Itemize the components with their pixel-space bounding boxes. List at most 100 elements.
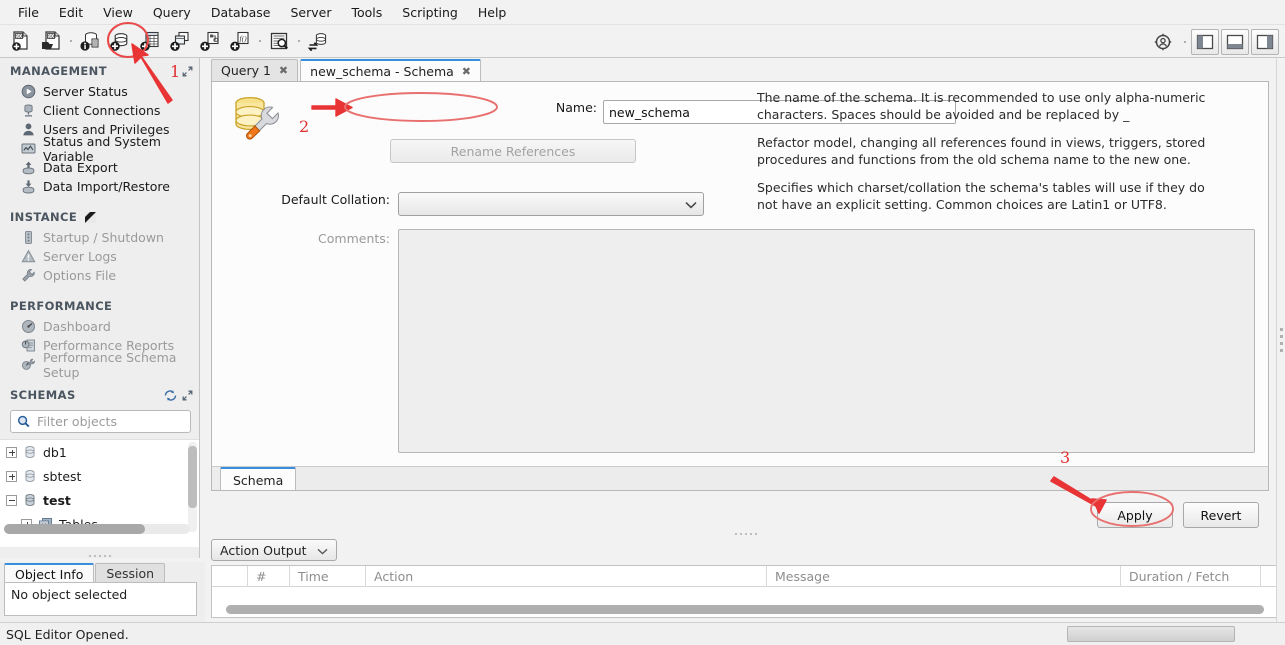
- startup-shutdown-icon: [20, 230, 36, 246]
- rename-references-button[interactable]: Rename References: [390, 139, 636, 163]
- toolbar-separator: [66, 27, 75, 55]
- expander-icon[interactable]: [6, 446, 17, 458]
- scope-icon[interactable]: [1148, 28, 1178, 56]
- menu-bar: File Edit View Query Database Server Too…: [0, 0, 1285, 25]
- menu-item-server[interactable]: Server: [280, 2, 341, 23]
- splitter-grip-icon: [735, 532, 757, 535]
- output-type-selector[interactable]: Action Output: [211, 539, 337, 561]
- expand-icon[interactable]: [182, 66, 193, 77]
- tab-schema[interactable]: Schema: [220, 467, 297, 490]
- sidebar-item-data-import-restore[interactable]: Data Import/Restore: [0, 177, 199, 196]
- column-header-action[interactable]: Action: [366, 566, 767, 587]
- sidebar-label: Server Status: [43, 84, 128, 99]
- open-sql-script-icon[interactable]: SQL: [36, 27, 66, 55]
- section-header-instance: INSTANCE: [0, 204, 199, 228]
- section-header-management: MANAGEMENT: [0, 58, 199, 82]
- tree-vertical-scrollbar[interactable]: [188, 442, 197, 532]
- toolbar-separator-4: [1180, 28, 1189, 56]
- output-horizontal-scrollbar[interactable]: [226, 605, 1264, 614]
- performance-reports-icon: [20, 338, 36, 354]
- column-header-blank[interactable]: [212, 566, 248, 587]
- status-bar: SQL Editor Opened.: [0, 622, 1285, 645]
- status-progress-indicator: [1067, 626, 1235, 642]
- create-procedure-icon[interactable]: [195, 27, 225, 55]
- sidebar-item-status-and-system-variables[interactable]: Status and System Variable: [0, 134, 199, 164]
- tab-object-info[interactable]: Object Info: [4, 563, 95, 582]
- tree-label: sbtest: [43, 468, 82, 484]
- close-icon[interactable]: ✖: [462, 66, 471, 77]
- toggle-output-icon[interactable]: [1221, 28, 1249, 55]
- schema-icon: [23, 493, 37, 507]
- connection-info-icon[interactable]: [75, 27, 105, 55]
- apply-revert-bar: Apply Revert: [211, 495, 1269, 535]
- status-bar-text: SQL Editor Opened.: [6, 626, 129, 642]
- close-icon[interactable]: ✖: [279, 65, 288, 76]
- filter-objects-box[interactable]: [10, 410, 191, 433]
- tab-new-schema-schema[interactable]: new_schema - Schema ✖: [300, 59, 481, 81]
- toolbar-separator-3: [294, 27, 303, 55]
- schema-icon: [23, 469, 37, 483]
- refresh-schemas-icon[interactable]: [164, 389, 177, 401]
- sidebar-item-dashboard[interactable]: Dashboard: [0, 317, 199, 336]
- menu-item-scripting[interactable]: Scripting: [392, 2, 468, 23]
- create-function-icon[interactable]: f(): [225, 27, 255, 55]
- inspect-object-icon[interactable]: [264, 27, 294, 55]
- tab-session[interactable]: Session: [95, 563, 166, 582]
- toggle-sidebar-icon[interactable]: [1191, 28, 1219, 55]
- menu-item-database[interactable]: Database: [201, 2, 281, 23]
- action-output-header-row: # Time Action Message Duration / Fetch: [212, 566, 1278, 587]
- management-header-icons: [182, 66, 193, 77]
- output-splitter[interactable]: [207, 531, 1285, 536]
- data-export-icon: [20, 160, 36, 176]
- sidebar-item-startup-shutdown[interactable]: Startup / Shutdown: [0, 228, 199, 247]
- sidebar-item-client-connections[interactable]: Client Connections: [0, 101, 199, 120]
- expander-icon[interactable]: [6, 470, 17, 482]
- expand-schemas-icon[interactable]: [182, 390, 193, 401]
- menu-item-edit[interactable]: Edit: [49, 2, 93, 23]
- tree-item-db1[interactable]: db1: [0, 440, 199, 464]
- toggle-secondary-sidebar-icon[interactable]: [1251, 28, 1279, 55]
- tree-item-test[interactable]: test: [0, 488, 199, 512]
- object-info-body: No object selected: [4, 582, 197, 616]
- tab-query-1[interactable]: Query 1 ✖: [211, 59, 299, 81]
- menu-item-help[interactable]: Help: [468, 2, 517, 23]
- tree-item-sbtest[interactable]: sbtest: [0, 464, 199, 488]
- main-toolbar: SQL SQL f(): [0, 25, 1285, 58]
- menu-item-query[interactable]: Query: [143, 2, 201, 23]
- column-header-message[interactable]: Message: [767, 566, 1121, 587]
- action-output-grid[interactable]: # Time Action Message Duration / Fetch: [211, 565, 1279, 618]
- comments-textarea[interactable]: [398, 229, 1255, 453]
- column-header-time[interactable]: Time: [290, 566, 366, 587]
- sidebar-item-options-file[interactable]: Options File: [0, 266, 199, 285]
- search-input[interactable]: [35, 413, 184, 430]
- tree-horizontal-scrollbar[interactable]: [4, 524, 190, 534]
- sidebar-splitter[interactable]: [0, 553, 200, 558]
- tree-label: test: [43, 492, 71, 508]
- column-header-number[interactable]: #: [248, 566, 290, 587]
- sidebar-item-performance-schema-setup[interactable]: Performance Schema Setup: [0, 350, 199, 380]
- sidebar-item-server-status[interactable]: Server Status: [0, 82, 199, 101]
- right-panel-divider[interactable]: [1276, 58, 1285, 622]
- schemas-header-icons: [164, 389, 193, 401]
- search-icon: [17, 415, 30, 428]
- column-header-duration[interactable]: Duration / Fetch: [1121, 566, 1261, 587]
- apply-button[interactable]: Apply: [1097, 502, 1173, 528]
- expander-icon[interactable]: [6, 494, 17, 506]
- options-file-icon: [20, 268, 36, 284]
- menu-item-tools[interactable]: Tools: [341, 2, 392, 23]
- menu-item-file[interactable]: File: [8, 2, 49, 23]
- default-collation-label: Default Collation:: [281, 192, 390, 207]
- new-sql-tab-icon[interactable]: SQL: [6, 27, 36, 55]
- object-info-panel: Object Info Session No object selected: [0, 562, 205, 622]
- revert-button[interactable]: Revert: [1183, 502, 1259, 528]
- users-privileges-icon: [20, 122, 36, 138]
- create-view-icon[interactable]: [165, 27, 195, 55]
- default-collation-select[interactable]: [398, 192, 704, 216]
- divider-grip-icon: [1279, 328, 1283, 352]
- sidebar-item-server-logs[interactable]: Server Logs: [0, 247, 199, 266]
- create-schema-toolbar-button[interactable]: [105, 27, 135, 55]
- mysql-workbench-window: File Edit View Query Database Server Too…: [0, 0, 1285, 645]
- create-table-icon[interactable]: [135, 27, 165, 55]
- menu-item-view[interactable]: View: [93, 2, 143, 23]
- reconnect-server-icon[interactable]: [303, 27, 333, 55]
